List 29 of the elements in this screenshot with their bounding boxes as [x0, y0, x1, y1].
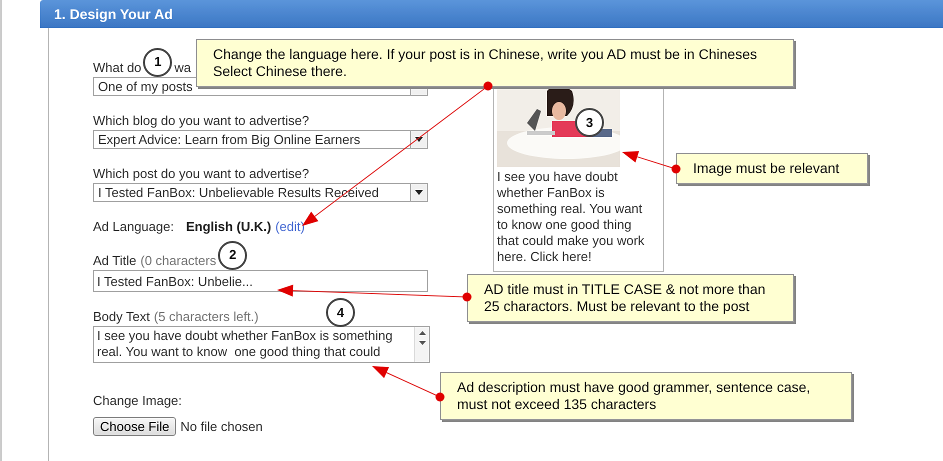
step-marker: 4	[326, 298, 355, 327]
dropdown-icon[interactable]	[415, 137, 423, 142]
field-label: Which blog do you want to advertise?	[93, 113, 310, 129]
callout-note: AD title must in TITLE CASE & not more than 25 charactors. Must be relevant to the post	[467, 274, 794, 322]
field-label: Ad Language:	[93, 219, 174, 235]
choose-file-button[interactable]: Choose File	[93, 416, 176, 436]
field-label: Body Text	[93, 309, 150, 325]
language-value: English (U.K.)	[186, 219, 272, 235]
field-label: Ad Title	[93, 253, 136, 269]
file-status: No file chosen	[180, 418, 263, 436]
field-label: Change Image:	[93, 392, 182, 408]
select-field[interactable]: Expert Advice: Learn from Big Online Earners	[93, 130, 428, 149]
callout-note: Ad description must have good grammer, sentence case, must not exceed 135 characters	[440, 372, 852, 420]
step-marker: 1	[143, 48, 172, 76]
character-count: (5 characters left.)	[154, 309, 259, 325]
body-textarea[interactable]: I see you have doubt whether FanBox is something real. You want to know one good thing that could	[93, 326, 430, 363]
callout-note: Image must be relevant	[676, 153, 868, 184]
edit-link[interactable]: (edit)	[275, 219, 305, 235]
field-label: wa	[174, 60, 192, 76]
step-marker: 2	[218, 240, 248, 270]
dropdown-icon[interactable]	[415, 190, 423, 195]
field-label: Which post do you want to advertise?	[93, 166, 310, 182]
callout-note: Change the language here. If your post is in Chinese, write you AD must be in Chineses Select Chinese there.	[196, 39, 794, 87]
character-count: (0 characters	[140, 253, 216, 269]
field-label: What do	[93, 60, 142, 76]
title-input[interactable]: I Tested FanBox: Unbelie...	[93, 270, 428, 292]
section-header: 1. Design Your Ad	[40, 0, 943, 28]
pointer-arrow	[622, 151, 680, 174]
ad-body-text: I see you have doubt whether FanBox is something real. You want to know one good thing that could make you work here. Click here!	[497, 169, 646, 265]
